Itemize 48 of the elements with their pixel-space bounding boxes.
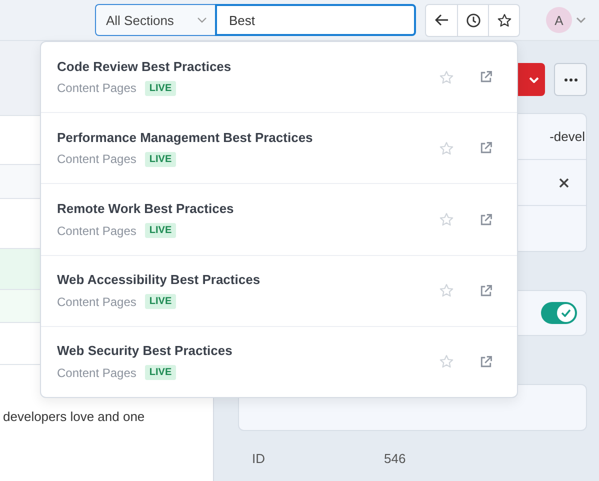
status-badge: LIVE [145, 294, 176, 310]
status-badge: LIVE [145, 80, 176, 96]
status-badge: LIVE [145, 365, 176, 380]
result-title: Web Accessibility Best Practices [57, 272, 262, 288]
result-section: Content Pages [57, 152, 136, 166]
caret-icon [529, 76, 539, 82]
back-arrow-icon [434, 14, 448, 26]
result-title: Performance Management Best Practices [57, 130, 314, 145]
star-icon[interactable] [439, 283, 454, 298]
external-link-icon[interactable] [479, 284, 493, 298]
id-value: 546 [384, 451, 406, 466]
search-result[interactable]: Web Accessibility Best Practices Content Pages LIVE [41, 254, 517, 326]
result-title: Code Review Best Practices [57, 58, 232, 74]
result-section: Content Pages [57, 366, 136, 380]
external-link-icon[interactable] [479, 141, 493, 156]
search-result[interactable]: Code Review Best Practices Content Pages LIVE [41, 42, 517, 112]
id-label: ID [252, 451, 266, 466]
external-link-icon[interactable] [479, 212, 493, 226]
slug-text: -devel [550, 129, 586, 144]
result-title: Remote Work Best Practices [57, 201, 235, 216]
check-icon [561, 309, 571, 317]
result-title: Web Security Best Practices [57, 343, 234, 358]
search-result[interactable]: Remote Work Best Practices Content Pages LIVE [41, 183, 517, 255]
external-link-icon[interactable] [479, 354, 493, 369]
content-text: developers love and one [2, 409, 145, 424]
caret-icon [197, 17, 207, 23]
search-field[interactable]: Best [215, 4, 416, 36]
star-icon [496, 12, 512, 28]
result-section: Content Pages [57, 224, 136, 238]
star-icon[interactable] [439, 70, 454, 85]
close-icon[interactable] [559, 178, 569, 188]
user-avatar[interactable]: A [546, 7, 572, 33]
result-section: Content Pages [57, 294, 136, 309]
star-icon[interactable] [439, 140, 454, 156]
search-result[interactable]: Web Security Best Practices Content Pages LIVE [41, 326, 517, 398]
section-select[interactable]: All Sections [95, 4, 215, 36]
more-button[interactable] [554, 63, 587, 96]
external-link-icon[interactable] [479, 70, 493, 84]
result-section: Content Pages [57, 81, 136, 96]
search-result[interactable]: Performance Management Best Practices Content Pages LIVE [41, 112, 517, 184]
clock-icon [466, 12, 480, 28]
ellipsis-icon [564, 78, 578, 82]
status-badge: LIVE [145, 223, 176, 238]
caret-icon[interactable] [576, 17, 586, 23]
toggle-switch[interactable] [541, 302, 577, 324]
star-icon[interactable] [439, 212, 454, 227]
status-badge: LIVE [145, 152, 176, 167]
star-icon[interactable] [439, 354, 454, 370]
